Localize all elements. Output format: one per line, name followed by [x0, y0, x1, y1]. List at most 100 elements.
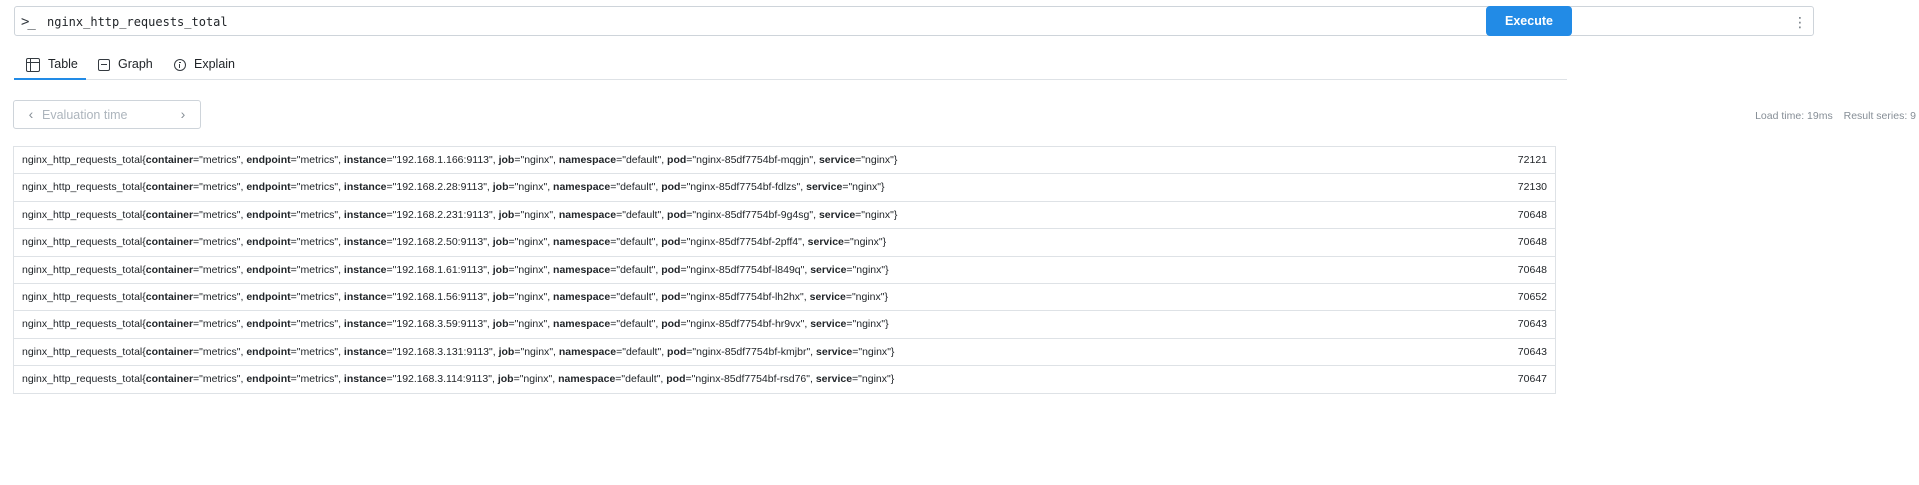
- label-value: metrics: [300, 345, 335, 358]
- label-value: nginx: [865, 154, 891, 166]
- label-value: 192.168.3.131:9113: [396, 345, 490, 358]
- label-name: namespace: [553, 263, 611, 276]
- label-value: 192.168.3.59:9113: [396, 318, 484, 331]
- label-value: nginx-85df7754bf-kmjbr: [696, 345, 807, 358]
- label-value: nginx: [855, 290, 881, 303]
- load-time: Load time: 19ms: [1755, 110, 1833, 122]
- label-name: instance: [343, 373, 387, 386]
- series-labels: nginx_http_requests_total{container="met…: [22, 290, 889, 303]
- label-name: instance: [343, 154, 387, 166]
- label-name: instance: [343, 263, 387, 276]
- series-labels: nginx_http_requests_total{container="met…: [22, 208, 898, 221]
- label-value: metrics: [202, 345, 237, 358]
- label-value: nginx-85df7754bf-lh2hx: [690, 290, 801, 303]
- label-value: nginx: [524, 208, 550, 221]
- label-value: 192.168.1.56:9113: [396, 290, 484, 303]
- label-name: namespace: [553, 318, 611, 331]
- series-value: 70643: [1517, 345, 1547, 358]
- label-value: nginx: [856, 263, 882, 276]
- label-name: endpoint: [246, 181, 291, 194]
- query-bar: >_ nginx_http_requests_total ⋮ Execute: [14, 6, 1913, 36]
- chevron-left-icon[interactable]: ‹: [20, 101, 42, 128]
- label-name: container: [145, 208, 194, 221]
- label-name: job: [492, 236, 509, 249]
- label-name: service: [818, 208, 856, 221]
- table-row: nginx_http_requests_total{container="met…: [14, 284, 1555, 312]
- metric-name: nginx_http_requests_total: [22, 236, 143, 249]
- tab-table[interactable]: Table: [14, 50, 86, 80]
- label-value: nginx-85df7754bf-mqgjn: [696, 154, 810, 166]
- metric-name: nginx_http_requests_total: [22, 263, 143, 276]
- label-name: pod: [667, 208, 687, 221]
- metric-name: nginx_http_requests_total: [22, 373, 143, 386]
- label-name: pod: [666, 373, 686, 386]
- label-name: container: [145, 318, 194, 331]
- label-value: metrics: [202, 290, 237, 303]
- series-labels: nginx_http_requests_total{container="met…: [22, 154, 898, 166]
- chevron-right-icon[interactable]: ›: [172, 101, 194, 128]
- label-value: nginx: [518, 290, 544, 303]
- label-name: service: [806, 181, 843, 194]
- label-value: metrics: [300, 263, 335, 276]
- label-value: default: [620, 263, 652, 276]
- tab-explain[interactable]: Explain: [174, 50, 254, 80]
- label-name: instance: [343, 290, 387, 303]
- metric-name: nginx_http_requests_total: [22, 345, 143, 358]
- label-value: metrics: [300, 181, 335, 194]
- series-value: 70648: [1517, 263, 1547, 276]
- evaluation-time-picker: ‹ ›: [13, 100, 201, 129]
- label-name: endpoint: [246, 345, 291, 358]
- label-value: metrics: [202, 263, 237, 276]
- label-name: job: [498, 208, 515, 221]
- label-name: job: [498, 345, 515, 358]
- table-row: nginx_http_requests_total{container="met…: [14, 366, 1555, 394]
- label-value: nginx-85df7754bf-l849q: [690, 263, 801, 276]
- label-name: pod: [661, 236, 681, 249]
- table-row: nginx_http_requests_total{container="met…: [14, 229, 1555, 257]
- label-value: metrics: [202, 154, 237, 166]
- series-value: 72121: [1517, 154, 1547, 166]
- metric-name: nginx_http_requests_total: [22, 154, 143, 166]
- metric-name: nginx_http_requests_total: [22, 208, 143, 221]
- label-name: endpoint: [246, 318, 291, 331]
- label-name: namespace: [558, 154, 617, 166]
- tab-graph-label: Graph: [118, 57, 153, 71]
- label-name: namespace: [553, 290, 611, 303]
- vertical-dots-icon[interactable]: ⋮: [1793, 12, 1807, 32]
- label-value: metrics: [300, 373, 335, 386]
- label-value: nginx: [524, 154, 550, 166]
- label-name: service: [807, 236, 844, 249]
- tab-table-label: Table: [48, 57, 78, 71]
- label-value: nginx: [853, 236, 879, 249]
- label-value: default: [625, 154, 658, 166]
- label-value: default: [620, 236, 652, 249]
- series-value: 70647: [1517, 373, 1547, 386]
- label-value: default: [620, 181, 652, 194]
- tab-explain-label: Explain: [194, 57, 235, 71]
- query-expression[interactable]: nginx_http_requests_total: [47, 13, 228, 31]
- label-value: nginx: [862, 345, 888, 358]
- tab-graph[interactable]: Graph: [98, 50, 162, 80]
- tab-bar: Table Graph Explain: [14, 50, 1567, 80]
- label-name: container: [145, 345, 194, 358]
- label-name: pod: [661, 290, 681, 303]
- series-value: 70652: [1517, 290, 1547, 303]
- evaluation-time-input[interactable]: [42, 105, 172, 125]
- label-name: service: [810, 318, 847, 331]
- label-value: metrics: [202, 208, 237, 221]
- label-name: job: [497, 373, 514, 386]
- label-name: service: [810, 263, 847, 276]
- label-name: container: [145, 181, 194, 194]
- label-name: service: [815, 373, 853, 386]
- label-value: nginx: [856, 318, 882, 331]
- series-value: 70648: [1517, 236, 1547, 249]
- label-name: endpoint: [246, 208, 291, 221]
- execute-button[interactable]: Execute: [1486, 6, 1572, 36]
- label-name: namespace: [558, 208, 617, 221]
- table-row: nginx_http_requests_total{container="met…: [14, 202, 1555, 230]
- label-value: default: [625, 373, 657, 386]
- label-value: default: [620, 290, 652, 303]
- table-row: nginx_http_requests_total{container="met…: [14, 174, 1555, 202]
- label-name: endpoint: [246, 290, 291, 303]
- label-value: nginx-85df7754bf-fdlzs: [690, 181, 797, 194]
